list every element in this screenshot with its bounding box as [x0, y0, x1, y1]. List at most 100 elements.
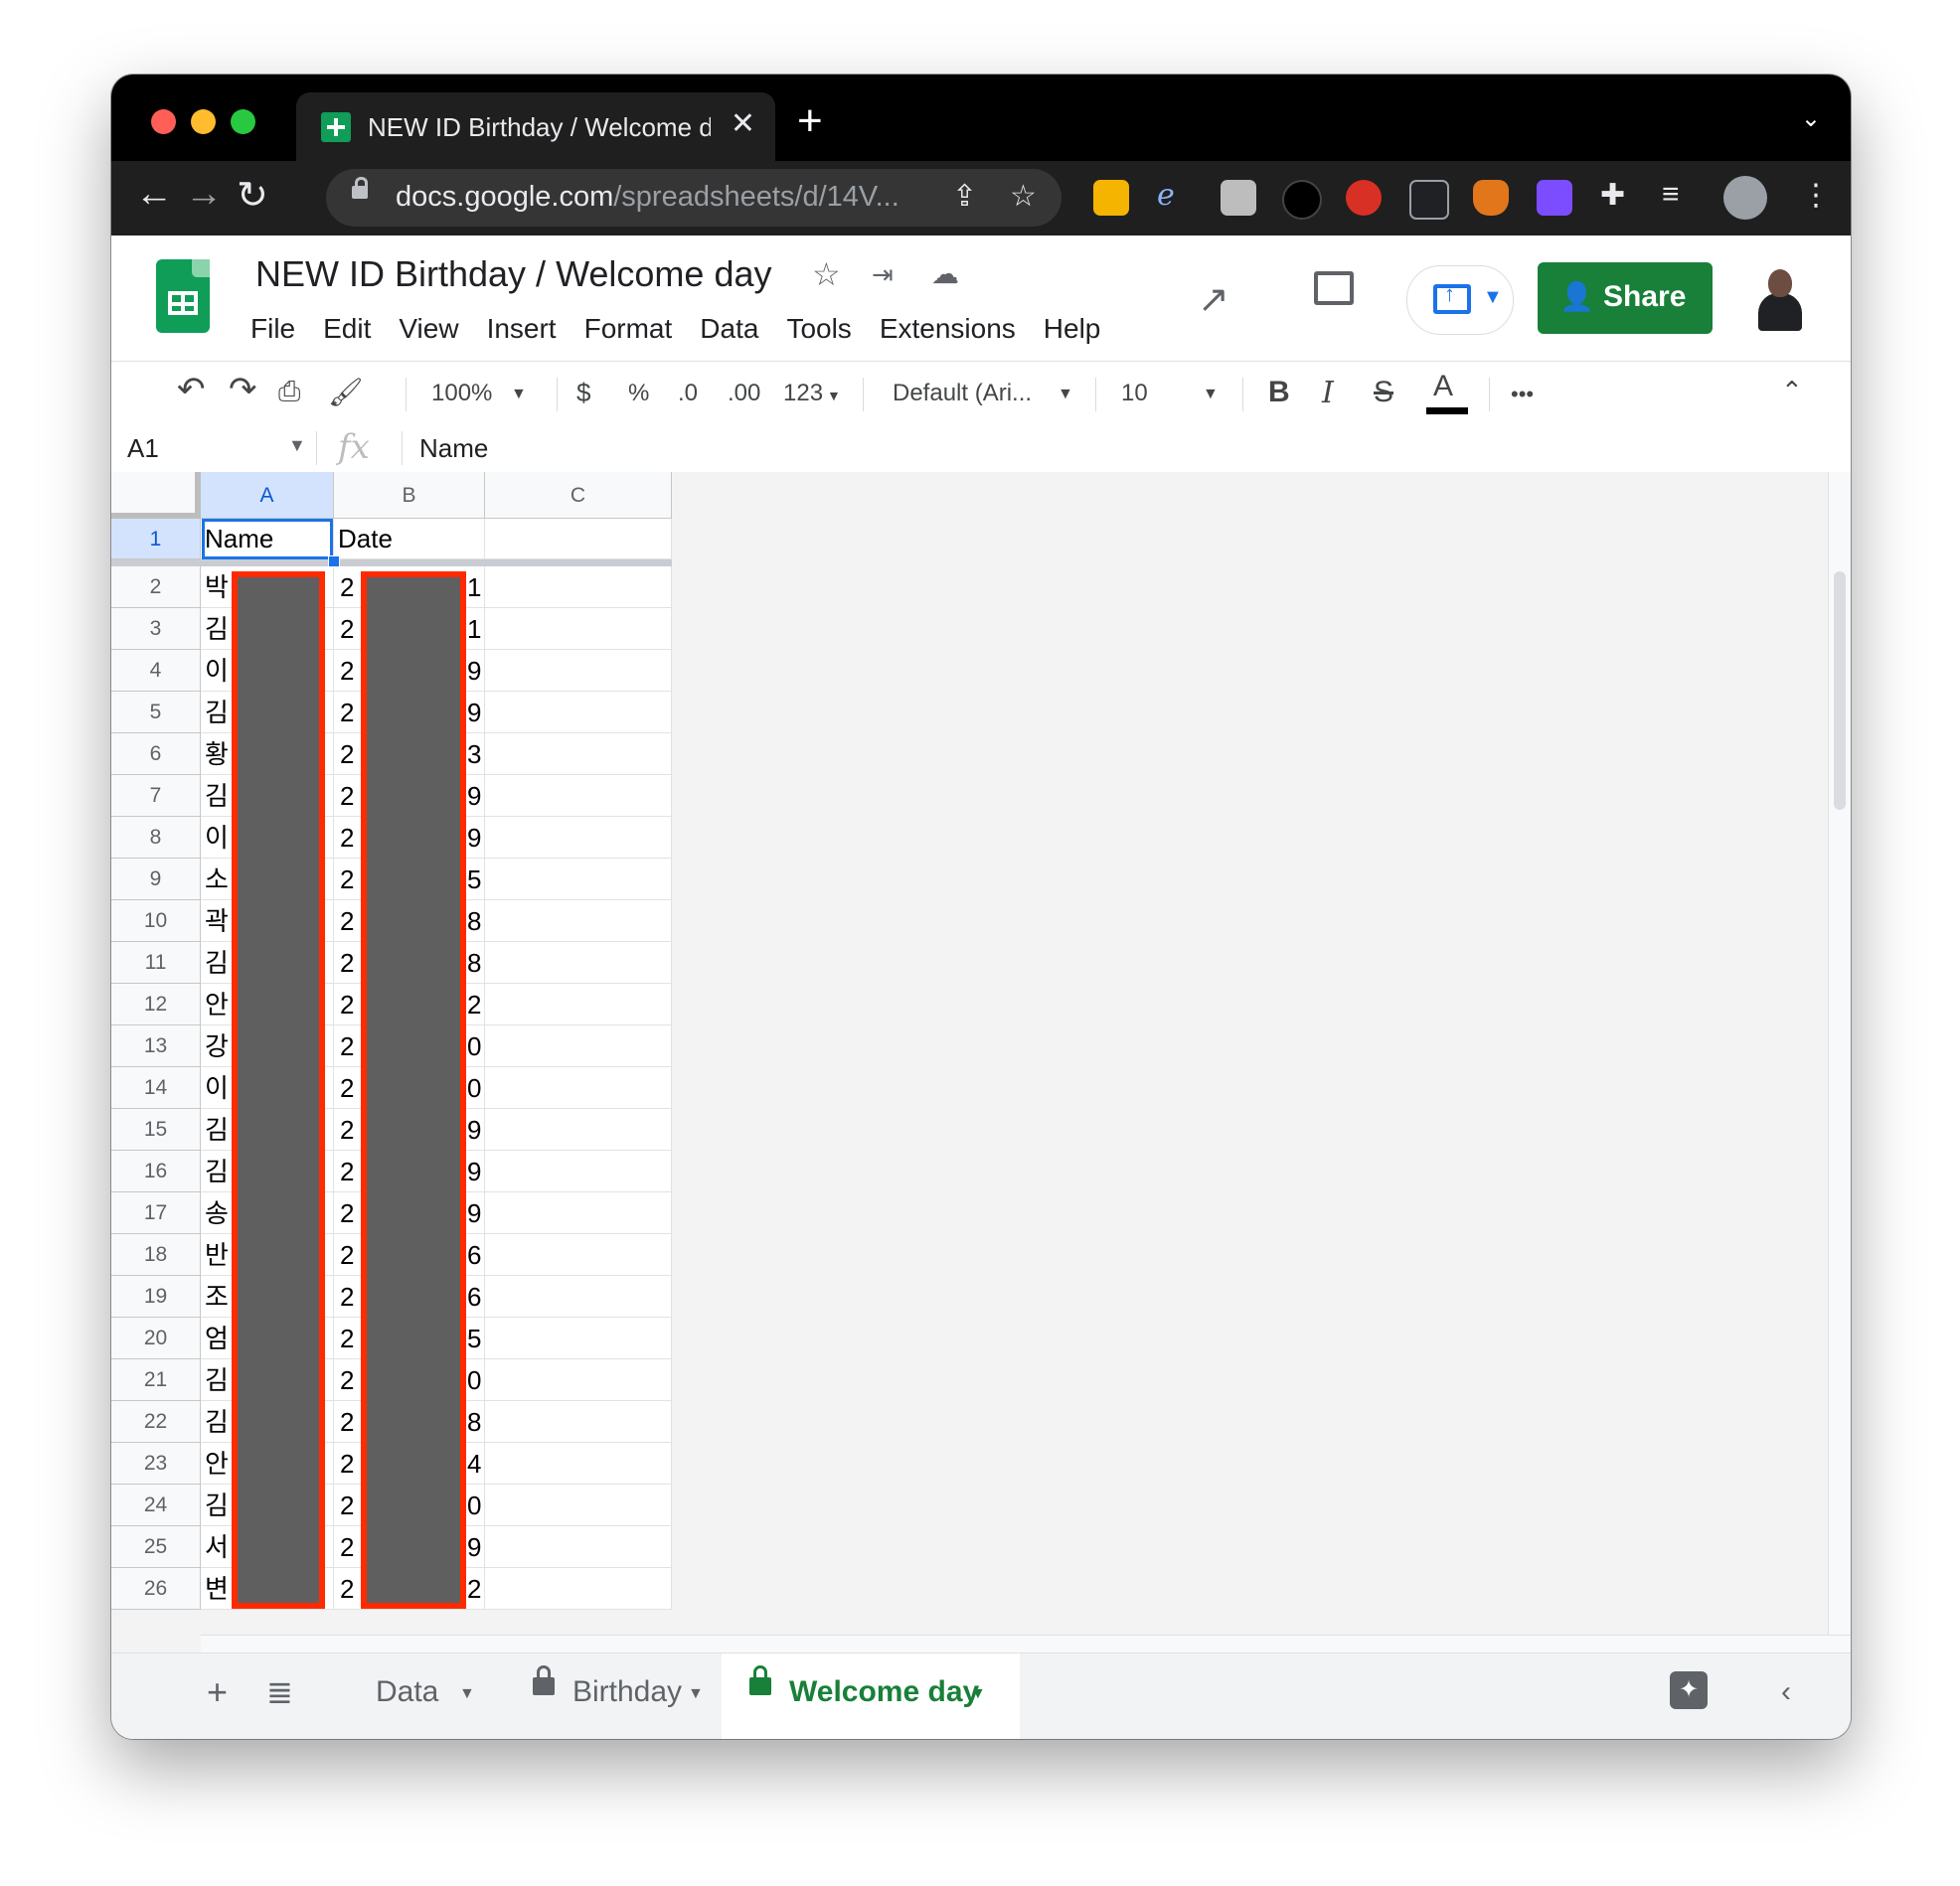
kebab-menu-icon[interactable]: ⋮	[1801, 178, 1831, 213]
account-avatar[interactable]	[1756, 265, 1804, 331]
more-formats-caret-icon[interactable]: ▼	[827, 388, 841, 403]
row-header[interactable]: 14	[111, 1067, 201, 1109]
column-header-c[interactable]: C	[485, 472, 672, 519]
comments-icon[interactable]	[1314, 271, 1354, 305]
undo-icon[interactable]: ↶	[177, 370, 206, 409]
italic-button[interactable]: I	[1322, 376, 1334, 410]
tab-close-icon[interactable]: ✕	[731, 106, 755, 141]
row-header[interactable]: 22	[111, 1401, 201, 1443]
column-header-b[interactable]: B	[334, 472, 485, 519]
row-header[interactable]: 4	[111, 650, 201, 692]
back-arrow-icon[interactable]: ←	[135, 173, 173, 216]
profile-avatar-icon[interactable]	[1723, 176, 1767, 220]
cell-empty[interactable]	[485, 1109, 672, 1151]
forward-arrow-icon[interactable]: →	[185, 173, 223, 216]
row-header[interactable]: 21	[111, 1359, 201, 1401]
cell-empty[interactable]	[485, 608, 672, 650]
zoom-window-button[interactable]	[231, 109, 255, 134]
menu-format[interactable]: Format	[584, 313, 673, 345]
share-page-icon[interactable]: ⇪	[952, 179, 977, 214]
currency-format-button[interactable]: $	[576, 378, 590, 408]
row-header[interactable]: 16	[111, 1151, 201, 1192]
cell-empty[interactable]	[485, 984, 672, 1025]
cell-empty[interactable]	[485, 692, 672, 733]
cell-empty[interactable]	[485, 1526, 672, 1568]
address-bar[interactable]: docs.google.com/spreadsheets/d/14V... ⇪ …	[326, 169, 1062, 227]
formula-input[interactable]: Name	[419, 433, 488, 464]
row-header[interactable]: 26	[111, 1568, 201, 1610]
menu-extensions[interactable]: Extensions	[880, 313, 1016, 345]
row-header[interactable]: 15	[111, 1109, 201, 1151]
cell-empty[interactable]	[485, 1443, 672, 1485]
frozen-row-divider[interactable]	[111, 559, 672, 566]
trend-icon[interactable]: ↗	[1198, 277, 1229, 322]
row-header[interactable]: 6	[111, 733, 201, 775]
extension-note-icon[interactable]	[1093, 180, 1129, 216]
row-header[interactable]: 20	[111, 1318, 201, 1359]
menu-tools[interactable]: Tools	[786, 313, 851, 345]
row-header[interactable]: 7	[111, 775, 201, 817]
extension-e-icon[interactable]: ℯ	[1157, 178, 1175, 213]
close-window-button[interactable]	[151, 109, 176, 134]
menu-data[interactable]: Data	[700, 313, 758, 345]
row-header[interactable]: 10	[111, 900, 201, 942]
share-button[interactable]: 👤 Share	[1538, 262, 1713, 334]
more-formats-button[interactable]: 123	[783, 380, 823, 407]
cell-empty[interactable]	[485, 942, 672, 984]
horizontal-scrollbar[interactable]	[201, 1635, 1851, 1653]
row-header[interactable]: 24	[111, 1485, 201, 1526]
star-icon[interactable]: ☆	[812, 255, 841, 293]
cell-empty[interactable]	[485, 775, 672, 817]
decrease-decimal-button[interactable]: .0	[678, 380, 698, 407]
row-header[interactable]: 13	[111, 1025, 201, 1067]
browser-tab[interactable]: NEW ID Birthday / Welcome da ✕	[296, 92, 775, 161]
print-icon[interactable]: ⎙	[278, 376, 300, 408]
add-sheet-icon[interactable]: +	[207, 1671, 228, 1713]
media-control-icon[interactable]: ≡	[1662, 178, 1680, 212]
new-tab-button[interactable]: +	[797, 96, 823, 146]
document-title[interactable]: NEW ID Birthday / Welcome day	[255, 253, 772, 295]
row-header[interactable]: 3	[111, 608, 201, 650]
extension-glasses-icon[interactable]	[1409, 180, 1449, 220]
row-header[interactable]: 9	[111, 859, 201, 900]
row-header[interactable]: 2	[111, 566, 201, 608]
vertical-scrollbar[interactable]	[1828, 472, 1851, 1635]
tab-search-chevron-icon[interactable]: ⌄	[1801, 104, 1821, 133]
extension-touch-icon[interactable]	[1221, 180, 1256, 216]
row-header[interactable]: 12	[111, 984, 201, 1025]
cell-empty[interactable]	[485, 900, 672, 942]
menu-insert[interactable]: Insert	[487, 313, 557, 345]
sheets-logo-icon[interactable]	[156, 259, 210, 333]
cell-b1[interactable]: Date	[334, 519, 485, 559]
increase-decimal-button[interactable]: .00	[728, 380, 760, 407]
tab-caret-icon[interactable]: ▼	[970, 1685, 986, 1703]
row-header[interactable]: 25	[111, 1526, 201, 1568]
spreadsheet-grid[interactable]: A B C 1 Name Date 2박213김214이295김296황237김…	[111, 472, 1851, 1653]
all-sheets-icon[interactable]: ≣	[266, 1673, 293, 1711]
cell-empty[interactable]	[485, 1192, 672, 1234]
menu-edit[interactable]: Edit	[323, 313, 371, 345]
sheet-tab-birthday[interactable]: Birthday ▼	[505, 1653, 720, 1739]
row-header[interactable]: 18	[111, 1234, 201, 1276]
extension-metamask-icon[interactable]	[1473, 180, 1509, 216]
scroll-thumb[interactable]	[1834, 571, 1846, 810]
reload-icon[interactable]: ↻	[237, 173, 268, 218]
menu-file[interactable]: File	[250, 313, 295, 345]
font-size-select[interactable]: 10	[1121, 380, 1148, 407]
zoom-caret-icon[interactable]: ▼	[511, 386, 527, 403]
row-header[interactable]: 1	[111, 519, 201, 559]
collapse-chevron-icon[interactable]: ⌃	[1781, 376, 1803, 406]
cell-empty[interactable]	[485, 1276, 672, 1318]
cell-empty[interactable]	[485, 1485, 672, 1526]
cell-empty[interactable]	[485, 566, 672, 608]
more-options-button[interactable]: •••	[1511, 382, 1534, 407]
bold-button[interactable]: B	[1268, 376, 1290, 409]
fill-handle[interactable]	[328, 555, 340, 567]
row-header[interactable]: 5	[111, 692, 201, 733]
tab-caret-icon[interactable]: ▼	[688, 1685, 704, 1703]
sheet-tab-welcome-day[interactable]: Welcome day ▼	[722, 1653, 1020, 1739]
cell-empty[interactable]	[485, 859, 672, 900]
extension-bolt-icon[interactable]	[1537, 180, 1572, 216]
row-header[interactable]: 17	[111, 1192, 201, 1234]
name-box-caret-icon[interactable]: ▼	[288, 435, 306, 456]
